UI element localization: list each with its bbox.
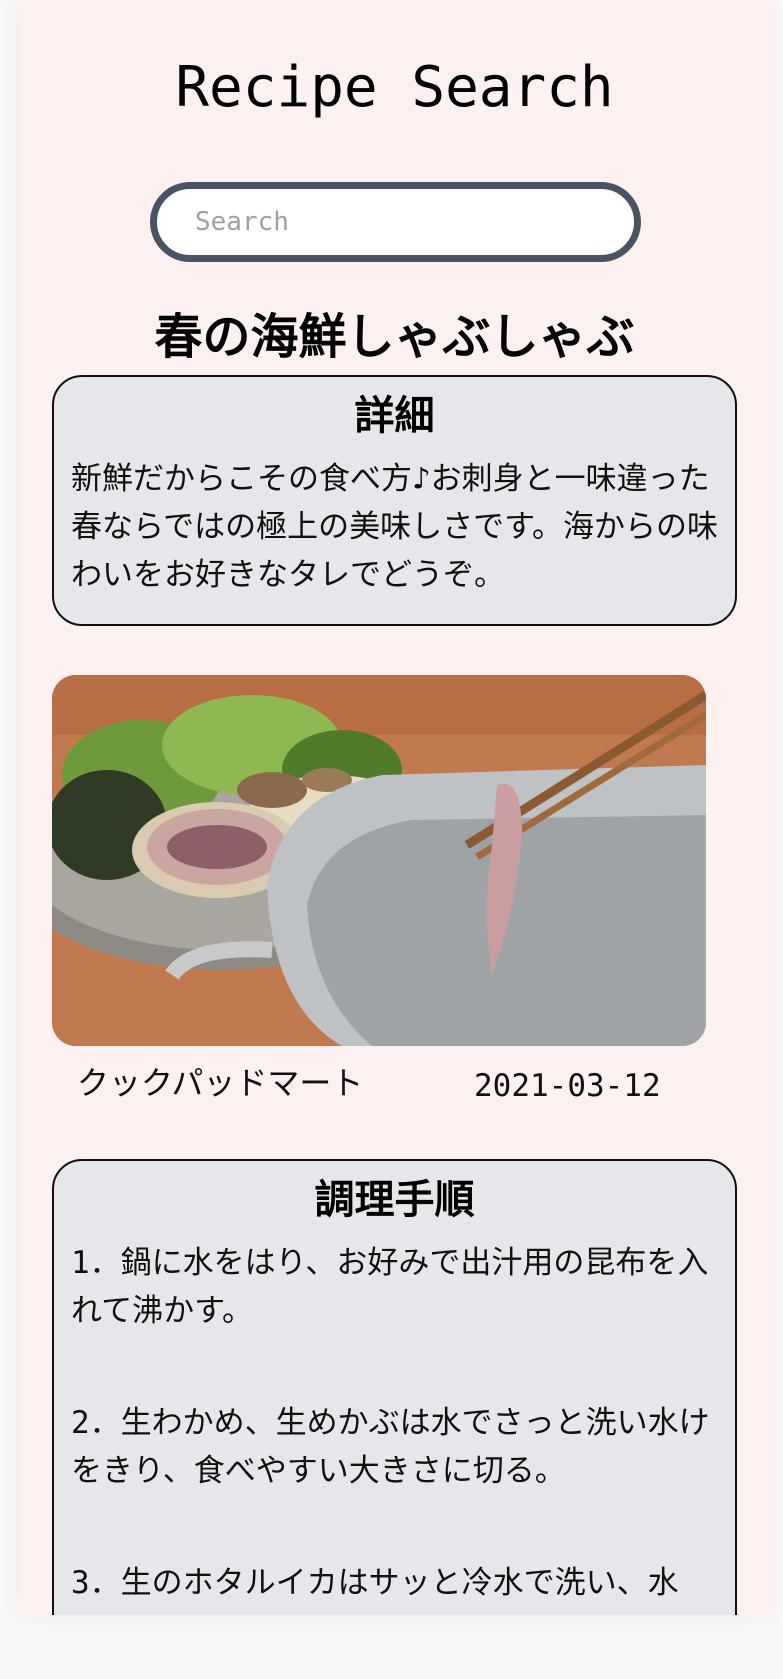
search-input[interactable] (195, 189, 615, 255)
recipe-description: 新鮮だからこその食べ方♪お刺身と一味違った春ならではの極上の美味しさです。海から… (71, 461, 718, 593)
recipe-photo (52, 675, 706, 1046)
recipe-source: クックパッドマート (77, 1064, 364, 1102)
step-item: 2．生わかめ、生めかぶは水でさっと洗い水けをきり、食べやすい大きさに切る。 (71, 1405, 710, 1489)
step-item: 3．生のホタルイカはサッと冷水で洗い、水 (71, 1565, 679, 1601)
steps-list: 1．鍋に水をはり、お好みで出汁用の昆布を入れて沸かす。 2．生わかめ、生めかぶは… (71, 1239, 718, 1607)
steps-heading: 調理手順 (314, 1177, 475, 1223)
search-box[interactable] (150, 182, 641, 262)
recipe-title: 春の海鮮しゃぶしゃぶ (154, 309, 635, 365)
step-item: 1．鍋に水をはり、お好みで出汁用の昆布を入れて沸かす。 (71, 1245, 709, 1329)
recipe-date: 2021-03-12 (474, 1068, 661, 1104)
details-card: 詳細 新鮮だからこその食べ方♪お刺身と一味違った春ならではの極上の美味しさです。… (52, 375, 737, 626)
steps-card: 調理手順 1．鍋に水をはり、お好みで出汁用の昆布を入れて沸かす。 2．生わかめ、… (52, 1159, 737, 1615)
app-title: Recipe Search (175, 55, 614, 120)
app-page: Recipe Search 春の海鮮しゃぶしゃぶ 詳細 新鮮だからこその食べ方♪… (19, 0, 770, 1615)
details-heading: 詳細 (354, 393, 435, 439)
